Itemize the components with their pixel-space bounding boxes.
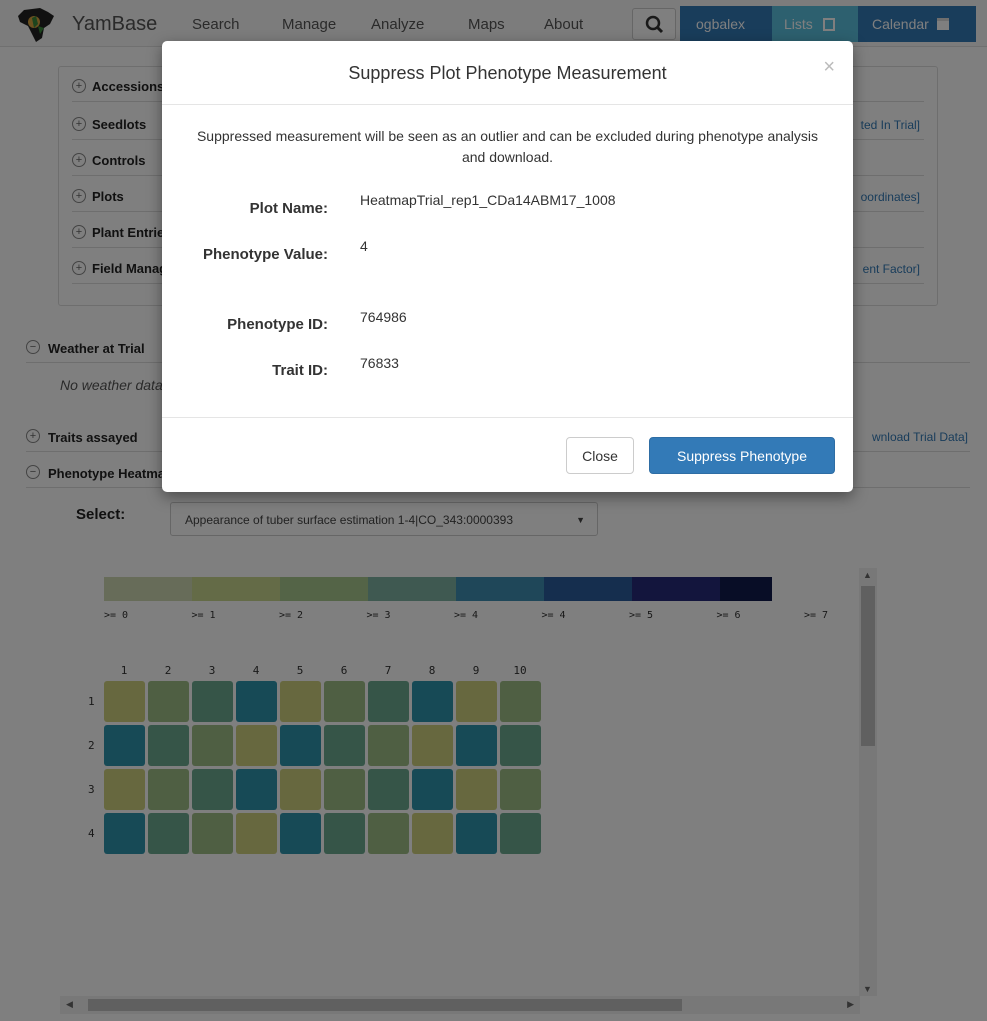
close-icon[interactable]: × (823, 56, 835, 79)
phenotype-value-label: Phenotype Value: (202, 246, 328, 263)
plot-name-value: HeatmapTrial_rep1_CDa14ABM17_1008 (360, 192, 616, 208)
close-button[interactable]: Close (566, 437, 634, 474)
trait-id-value: 76833 (360, 355, 399, 371)
phenotype-id-label: Phenotype ID: (227, 316, 328, 333)
trait-id-label: Trait ID: (272, 362, 328, 379)
modal-message: Suppressed measurement will be seen as a… (196, 128, 819, 165)
phenotype-id-value: 764986 (360, 309, 407, 325)
modal-footer: Close Suppress Phenotype (162, 417, 853, 492)
modal-header: Suppress Plot Phenotype Measurement × (162, 41, 853, 105)
phenotype-value-value: 4 (360, 238, 368, 254)
suppress-phenotype-button[interactable]: Suppress Phenotype (649, 437, 835, 474)
modal-title: Suppress Plot Phenotype Measurement (348, 63, 667, 83)
plot-name-label: Plot Name: (249, 200, 328, 217)
suppress-phenotype-modal: Suppress Plot Phenotype Measurement × Su… (162, 41, 853, 492)
